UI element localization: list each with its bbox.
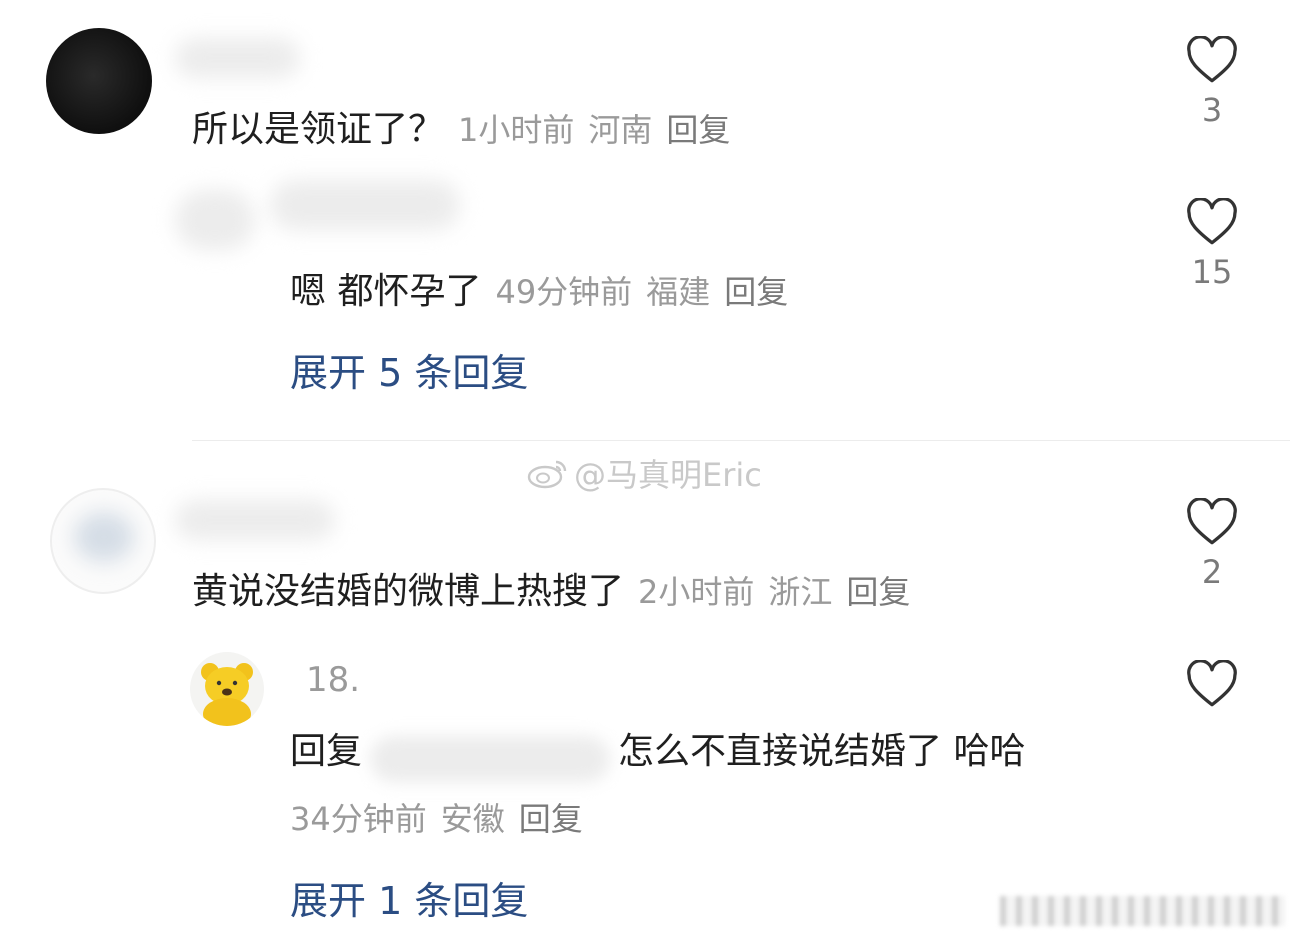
avatar[interactable] (50, 488, 156, 594)
like-count: 2 (1201, 553, 1223, 591)
comment-location: 河南 (588, 111, 653, 149)
comment-text: 所以是领证了？ (192, 109, 445, 150)
username-blurred[interactable] (175, 38, 300, 78)
reply-body: 嗯 都怀孕了 49分钟前 福建 回复 (290, 262, 802, 314)
reply-time: 34分钟前 (290, 800, 427, 838)
comment-time: 2小时前 (638, 573, 755, 611)
blurred-bottom-strip (1000, 896, 1285, 926)
avatar[interactable] (190, 652, 264, 726)
reply-button[interactable]: 回复 (666, 111, 730, 149)
reply-location: 福建 (646, 273, 711, 311)
reply-text: 怎么不直接说结婚了 哈哈 (618, 731, 1026, 772)
divider (192, 440, 1290, 441)
mention-blurred[interactable] (370, 735, 611, 782)
reply-time: 49分钟前 (495, 273, 633, 311)
watermark-text: @马真明Eric (574, 456, 762, 494)
comment-text: 黄说没结婚的微博上热搜了 (192, 571, 625, 612)
reply-username[interactable]: 18. (306, 660, 360, 700)
reply-prefix: 回复 (290, 731, 363, 772)
like-count: 15 (1191, 253, 1233, 291)
reply-button[interactable]: 回复 (724, 273, 788, 311)
like-count: 3 (1201, 91, 1223, 129)
bear-avatar-icon (201, 663, 253, 726)
avatar[interactable] (46, 28, 152, 134)
comment-body: 黄说没结婚的微博上热搜了 2小时前 浙江 回复 (192, 562, 924, 614)
comment-body: 所以是领证了？ 1小时前 河南 回复 (192, 100, 744, 152)
comment-location: 浙江 (768, 573, 833, 611)
like-button[interactable]: 3 (1182, 36, 1242, 126)
like-button[interactable] (1182, 660, 1242, 718)
username-blurred[interactable] (270, 180, 460, 230)
heart-outline-icon (1187, 198, 1237, 245)
reply-button[interactable]: 回复 (846, 573, 910, 611)
reply-location: 安徽 (440, 800, 505, 838)
weibo-logo-icon (527, 460, 567, 489)
heart-outline-icon (1187, 36, 1237, 83)
reply-text: 嗯 都怀孕了 (290, 271, 482, 312)
username-blurred[interactable] (175, 500, 335, 540)
like-button[interactable]: 2 (1182, 498, 1242, 588)
comment-time: 1小时前 (458, 111, 575, 149)
expand-replies-link[interactable]: 展开 5 条回复 (290, 342, 528, 397)
expand-replies-link[interactable]: 展开 1 条回复 (290, 870, 528, 925)
heart-outline-icon (1187, 498, 1237, 545)
avatar-blurred[interactable] (175, 190, 255, 250)
reply-meta: 34分钟前 安徽 回复 (290, 794, 597, 840)
reply-button[interactable]: 回复 (519, 800, 583, 838)
reply-body: 回复 怎么不直接说结婚了 哈哈 (290, 722, 1025, 782)
watermark: @马真明Eric (526, 450, 762, 496)
heart-outline-icon (1187, 660, 1237, 707)
like-button[interactable]: 15 (1182, 198, 1242, 288)
